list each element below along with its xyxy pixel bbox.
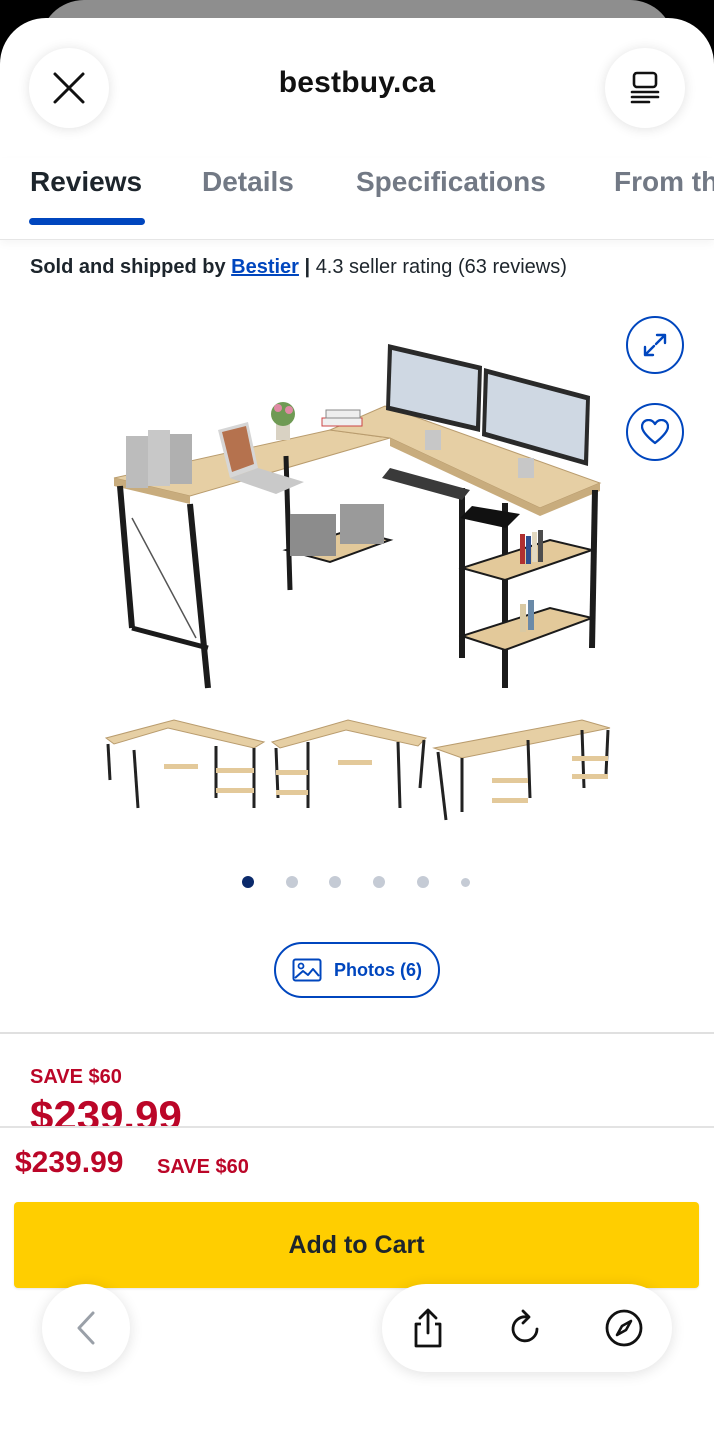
sticky-price: $239.99 (15, 1146, 124, 1179)
carousel-dot[interactable] (461, 878, 470, 887)
product-tabs: Reviews Details Specifications From th (0, 158, 714, 240)
browser-back-button[interactable] (42, 1284, 130, 1372)
photos-button[interactable]: Photos (6) (274, 942, 440, 998)
tab-specifications[interactable]: Specifications (356, 166, 546, 198)
heart-icon (641, 419, 669, 445)
image-icon (292, 958, 322, 982)
share-icon (414, 1308, 442, 1348)
expand-image-button[interactable] (626, 316, 684, 374)
configuration-thumbnail (432, 719, 611, 821)
configuration-thumbnail (104, 719, 266, 809)
carousel-dot[interactable] (286, 876, 298, 888)
reload-icon (511, 1309, 539, 1343)
carousel-dot[interactable] (242, 876, 254, 888)
back-chevron-icon (77, 1311, 95, 1345)
carousel-dot[interactable] (417, 876, 429, 888)
product-main-image[interactable] (100, 318, 610, 698)
sticky-save-amount: SAVE $60 (157, 1156, 249, 1178)
save-amount: SAVE $60 (30, 1066, 122, 1088)
carousel-dot[interactable] (373, 876, 385, 888)
product-price: $239.99 (30, 1092, 182, 1128)
add-to-cart-button[interactable]: Add to Cart (14, 1202, 699, 1288)
browser-actions-pill (382, 1284, 672, 1372)
reload-button[interactable] (504, 1306, 548, 1350)
carousel-dot[interactable] (329, 876, 341, 888)
compass-icon (605, 1309, 643, 1347)
section-divider (0, 1032, 714, 1034)
browser-topbar: bestbuy.ca (0, 18, 714, 128)
configuration-thumbnail (270, 719, 427, 809)
tab-from-the-manufacturer[interactable]: From th (614, 166, 714, 198)
seller-link[interactable]: Bestier (231, 256, 299, 278)
sticky-purchase-bar: $239.99 SAVE $60 Add to Cart (0, 1126, 714, 1440)
reader-button[interactable] (605, 48, 685, 128)
share-button[interactable] (406, 1306, 450, 1350)
tab-details[interactable]: Details (202, 166, 294, 198)
safari-button[interactable] (602, 1306, 646, 1350)
photos-button-label: Photos (6) (334, 959, 422, 980)
seller-rating: 4.3 seller rating (63 reviews) (315, 256, 567, 278)
expand-icon (643, 333, 667, 357)
reader-icon (630, 71, 660, 104)
active-tab-indicator (29, 218, 145, 225)
seller-info: Sold and shipped by Bestier | 4.3 seller… (30, 256, 567, 279)
save-to-list-button[interactable] (626, 403, 684, 461)
seller-separator: | (304, 256, 311, 278)
tab-reviews[interactable]: Reviews (30, 166, 142, 198)
browser-sheet: bestbuy.ca Reviews Details Specification… (0, 18, 714, 1440)
seller-prefix: Sold and shipped by (30, 256, 226, 278)
